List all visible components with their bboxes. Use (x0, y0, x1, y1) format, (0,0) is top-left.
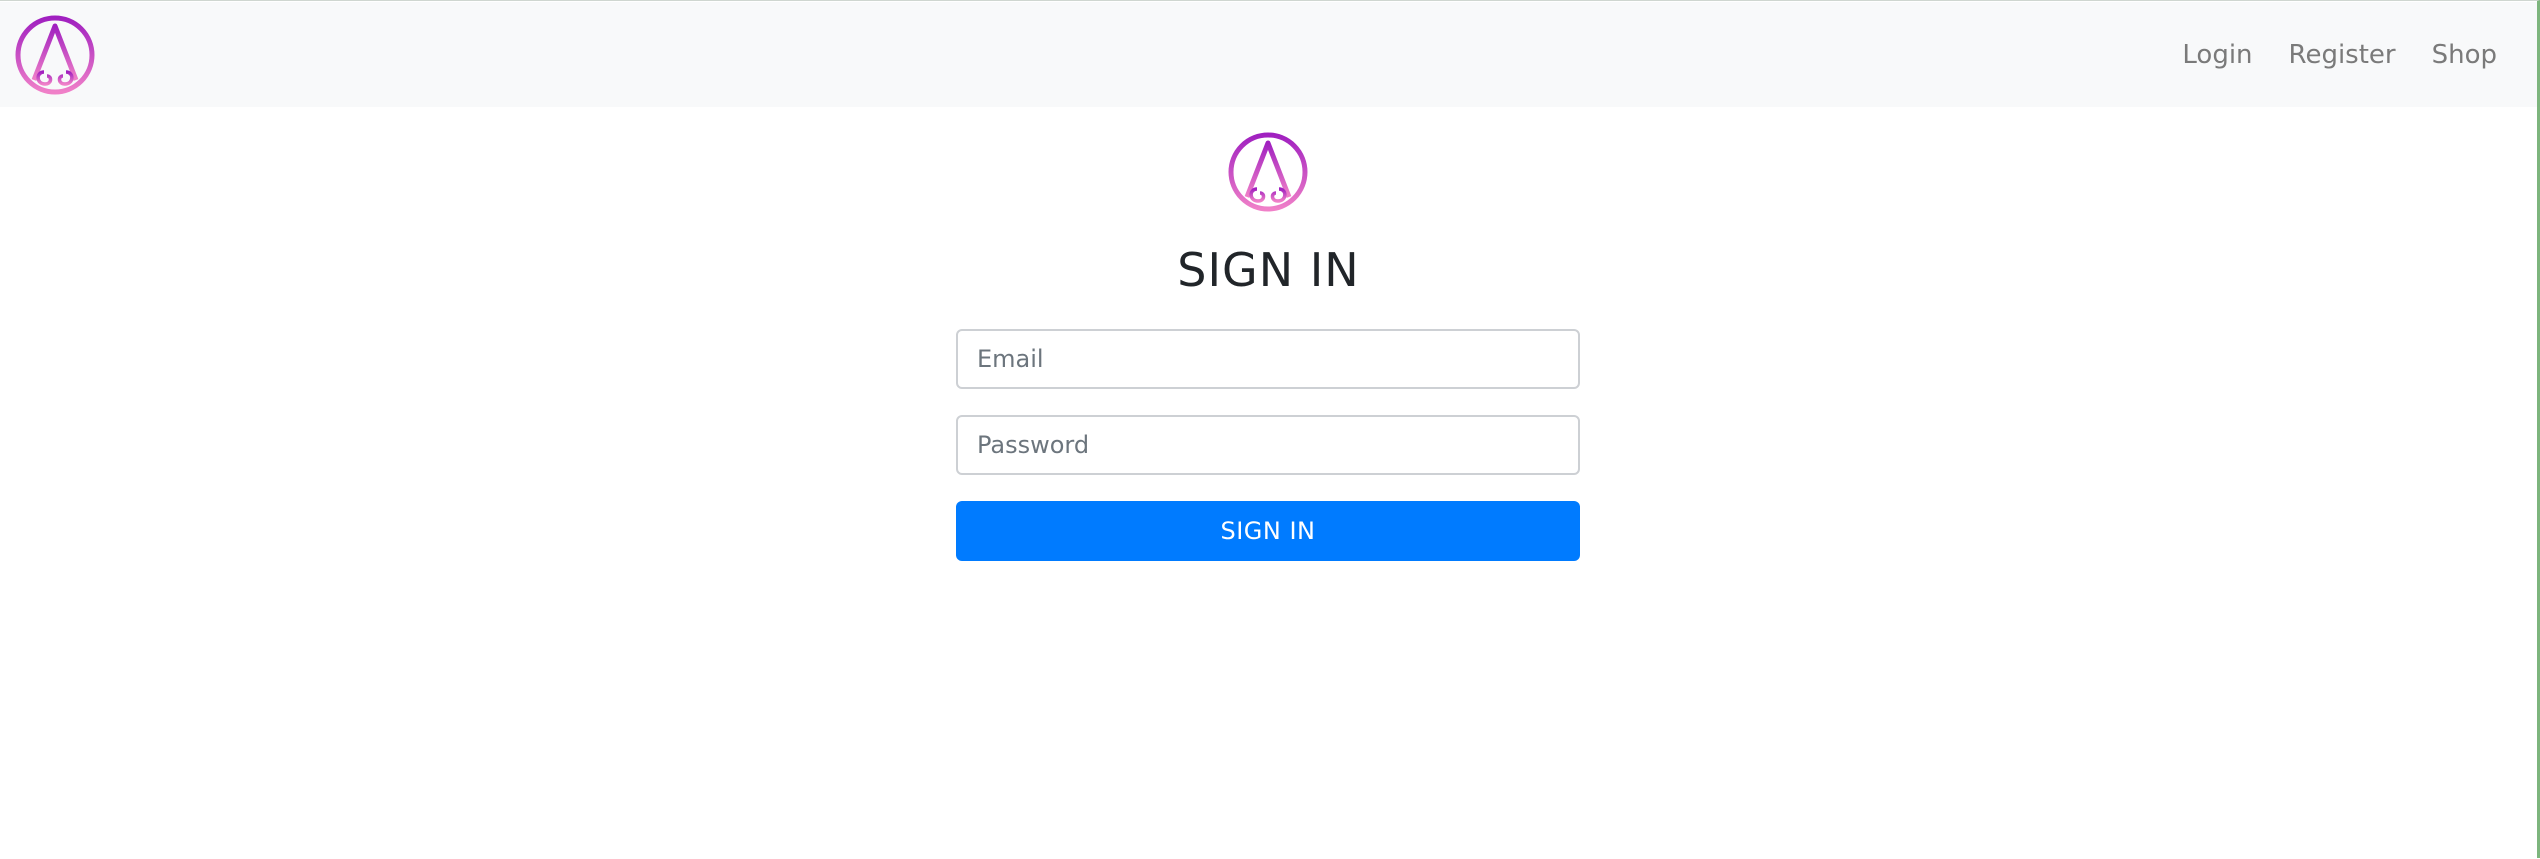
page-title: SIGN IN (1177, 243, 1360, 297)
nav-login-link[interactable]: Login (2182, 40, 2252, 70)
brand-logo-link[interactable] (14, 14, 96, 96)
browser-viewport: Login Register Shop SIGN IN SIGN IN (0, 0, 2540, 858)
email-field[interactable] (956, 329, 1580, 389)
navbar: Login Register Shop (0, 2, 2537, 107)
signin-page: SIGN IN SIGN IN (0, 107, 2537, 859)
password-field[interactable] (956, 415, 1580, 475)
sign-in-button[interactable]: SIGN IN (956, 501, 1580, 561)
nav-shop-link[interactable]: Shop (2432, 40, 2497, 70)
nav-register-link[interactable]: Register (2289, 40, 2396, 70)
nav-links: Login Register Shop (2182, 2, 2497, 107)
brand-logo-a-icon (1228, 132, 1308, 212)
brand-logo-a-icon (15, 15, 95, 95)
